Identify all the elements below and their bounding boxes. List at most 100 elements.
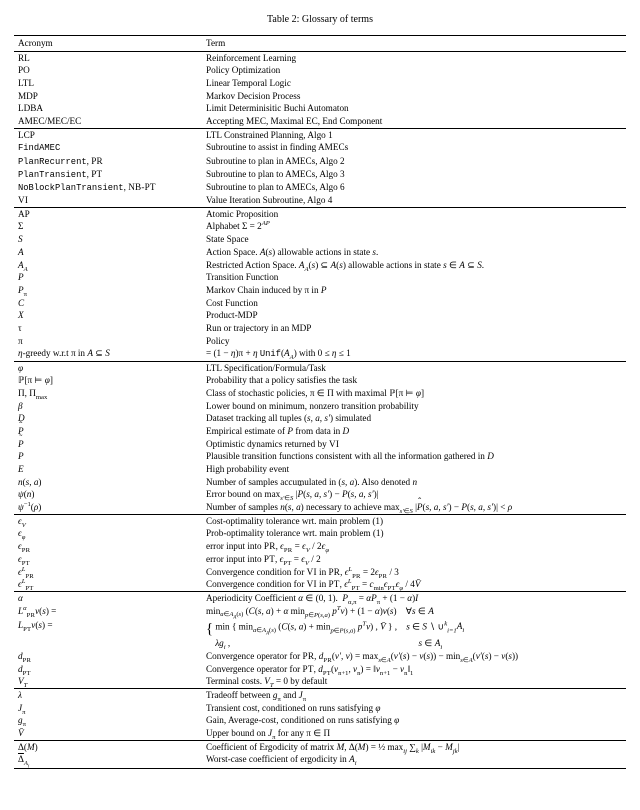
acronym-cell: ℙ[π ⊨ φ] [14, 375, 202, 388]
term-cell: Subroutine to plan to AMECs, Algo 3 [202, 168, 626, 181]
term-cell: Run or trajectory in an MDP [202, 322, 626, 335]
acronym-cell: P [14, 438, 202, 451]
table-row: POPolicy Optimization [14, 65, 626, 78]
acronym-cell: AMEC/MEC/EC [14, 115, 202, 128]
table-row: DDataset tracking all tuples (s, a, s′) … [14, 413, 626, 426]
term-cell: Atomic Proposition [202, 208, 626, 221]
acronym-cell: Δ(M) [14, 741, 202, 754]
table-row: ℙ[π ⊨ φ]Probability that a policy satisf… [14, 375, 626, 388]
term-cell: Probability that a policy satisfies the … [202, 375, 626, 388]
acronym-cell: PO [14, 65, 202, 78]
table-row: ψ(n)Error bound on maxs′∈S |P(s, a, s′) … [14, 489, 626, 502]
term-cell: Convergence condition for VI in PT, ϵLPT… [202, 579, 626, 592]
acronym-cell: VI [14, 195, 202, 208]
glossary-table: Acronym Term RLReinforcement LearningPOP… [14, 35, 626, 770]
acronym-cell: X [14, 310, 202, 323]
acronym-cell: LαPRv(s) = [14, 605, 202, 619]
acronym-cell: α [14, 592, 202, 605]
acronym-cell: P [14, 425, 202, 438]
term-cell: Dataset tracking all tuples (s, a, s′) s… [202, 413, 626, 426]
term-cell: Markov Chain induced by π in P [202, 284, 626, 297]
table-row: POptimistic dynamics returned by VI [14, 438, 626, 451]
term-cell: High probability event [202, 463, 626, 476]
table-row: φLTL Specification/Formula/Task [14, 361, 626, 374]
term-cell: Tradeoff between gπ and Jπ [202, 689, 626, 702]
table-row: PPlausible transition functions consiste… [14, 451, 626, 464]
table-row: PlanRecurrent, PRSubroutine to plan in A… [14, 155, 626, 168]
table-row: EHigh probability event [14, 463, 626, 476]
table-row: βLower bound on minimum, nonzero transit… [14, 400, 626, 413]
term-cell: Optimistic dynamics returned by VI [202, 438, 626, 451]
acronym-cell: π [14, 335, 202, 348]
table-row: τRun or trajectory in an MDP [14, 322, 626, 335]
acronym-cell: NoBlockPlanTransient, NB-PT [14, 181, 202, 194]
term-cell: Alphabet Σ = 2AP [202, 221, 626, 234]
acronym-cell: S [14, 234, 202, 247]
term-cell: Limit Determinisitic Buchi Automaton [202, 103, 626, 116]
acronym-cell: n(s, a) [14, 476, 202, 489]
table-row: LCPLTL Constrained Planning, Algo 1 [14, 129, 626, 142]
acronym-cell: RL [14, 52, 202, 65]
table-row: dPRConvergence operator for PR, dPR(v′, … [14, 650, 626, 663]
table-row: ϵφProb-optimality tolerance wrt. main pr… [14, 528, 626, 541]
acronym-cell: ϵLPR [14, 566, 202, 579]
term-cell: Terminal costs. VT = 0 by default [202, 676, 626, 689]
term-cell: Policy [202, 335, 626, 348]
table-row: AMEC/MEC/ECAccepting MEC, Maximal EC, En… [14, 115, 626, 128]
table-row: SState Space [14, 234, 626, 247]
acronym-cell: AA [14, 259, 202, 272]
term-cell: Restricted Action Space. AA(s) ⊆ A(s) al… [202, 259, 626, 272]
table-row: dPTConvergence operator for PT, dPT(vn+1… [14, 663, 626, 676]
term-cell: State Space [202, 234, 626, 247]
table-row: AARestricted Action Space. AA(s) ⊆ A(s) … [14, 259, 626, 272]
table-row: ϵPRerror input into PR, ϵPR = ϵV / 2ϵφ [14, 541, 626, 554]
acronym-cell: D [14, 413, 202, 426]
acronym-cell: VT [14, 676, 202, 689]
term-cell: Cost-optimality tolerance wrt. main prob… [202, 515, 626, 528]
term-cell: Subroutine to plan in AMECs, Algo 2 [202, 155, 626, 168]
acronym-cell: Σ [14, 221, 202, 234]
table-row: LPTv(s) ={ min { mina∈AA(s) (C(s, a) + m… [14, 619, 626, 650]
term-cell: Gain, Average-cost, conditioned on runs … [202, 715, 626, 728]
term-cell: Subroutine to assist in finding AMECs [202, 142, 626, 155]
acronym-cell: A [14, 246, 202, 259]
table-row: RLReinforcement Learning [14, 52, 626, 65]
table-row: Δ(M)Coefficient of Ergodicity of matrix … [14, 741, 626, 754]
term-cell: Upper bound on Jπ for any π ∈ Π [202, 728, 626, 741]
table-row: ΣAlphabet Σ = 2AP [14, 221, 626, 234]
acronym-cell: V̄ [14, 728, 202, 741]
term-cell: Accepting MEC, Maximal EC, End Component [202, 115, 626, 128]
term-cell: Reinforcement Learning [202, 52, 626, 65]
acronym-cell: ψ(n) [14, 489, 202, 502]
term-cell: Convergence operator for PT, dPT(vn+1, v… [202, 663, 626, 676]
table-row: gπGain, Average-cost, conditioned on run… [14, 715, 626, 728]
term-cell: Transition Function [202, 272, 626, 285]
acronym-cell: FindAMEC [14, 142, 202, 155]
term-cell: Class of stochastic policies, π ∈ Π with… [202, 387, 626, 400]
table-caption: Table 2: Glossary of terms [14, 14, 626, 27]
table-row: AAction Space. A(s) allowable actions in… [14, 246, 626, 259]
acronym-cell: PlanTransient, PT [14, 168, 202, 181]
table-row: XProduct-MDP [14, 310, 626, 323]
table-row: VTTerminal costs. VT = 0 by default [14, 676, 626, 689]
acronym-cell: LCP [14, 129, 202, 142]
header-term: Term [202, 35, 626, 52]
acronym-cell: P [14, 272, 202, 285]
term-cell: Prob-optimality tolerance wrt. main prob… [202, 528, 626, 541]
term-cell: Cost Function [202, 297, 626, 310]
term-cell: Action Space. A(s) allowable actions in … [202, 246, 626, 259]
term-cell: Transient cost, conditioned on runs sati… [202, 702, 626, 715]
acronym-cell: Π, Πmax [14, 387, 202, 400]
term-cell: LTL Specification/Formula/Task [202, 361, 626, 374]
term-cell: Subroutine to plan to AMECs, Algo 6 [202, 181, 626, 194]
acronym-cell: P [14, 451, 202, 464]
acronym-cell: ϵV [14, 515, 202, 528]
table-row: JπTransient cost, conditioned on runs sa… [14, 702, 626, 715]
table-row: ψ−1(ρ)Number of samples n(s, a) necessar… [14, 501, 626, 514]
term-cell: Plausible transition functions consisten… [202, 451, 626, 464]
table-row: LαPRv(s) =mina∈AA(s) (C(s, a) + α minp∈P… [14, 605, 626, 619]
table-row: LTLLinear Temporal Logic [14, 77, 626, 90]
term-cell: Number of samples accumulated in (s, a).… [202, 476, 626, 489]
acronym-cell: ϵPR [14, 541, 202, 554]
term-cell: error input into PT, ϵPT = ϵV / 2 [202, 553, 626, 566]
